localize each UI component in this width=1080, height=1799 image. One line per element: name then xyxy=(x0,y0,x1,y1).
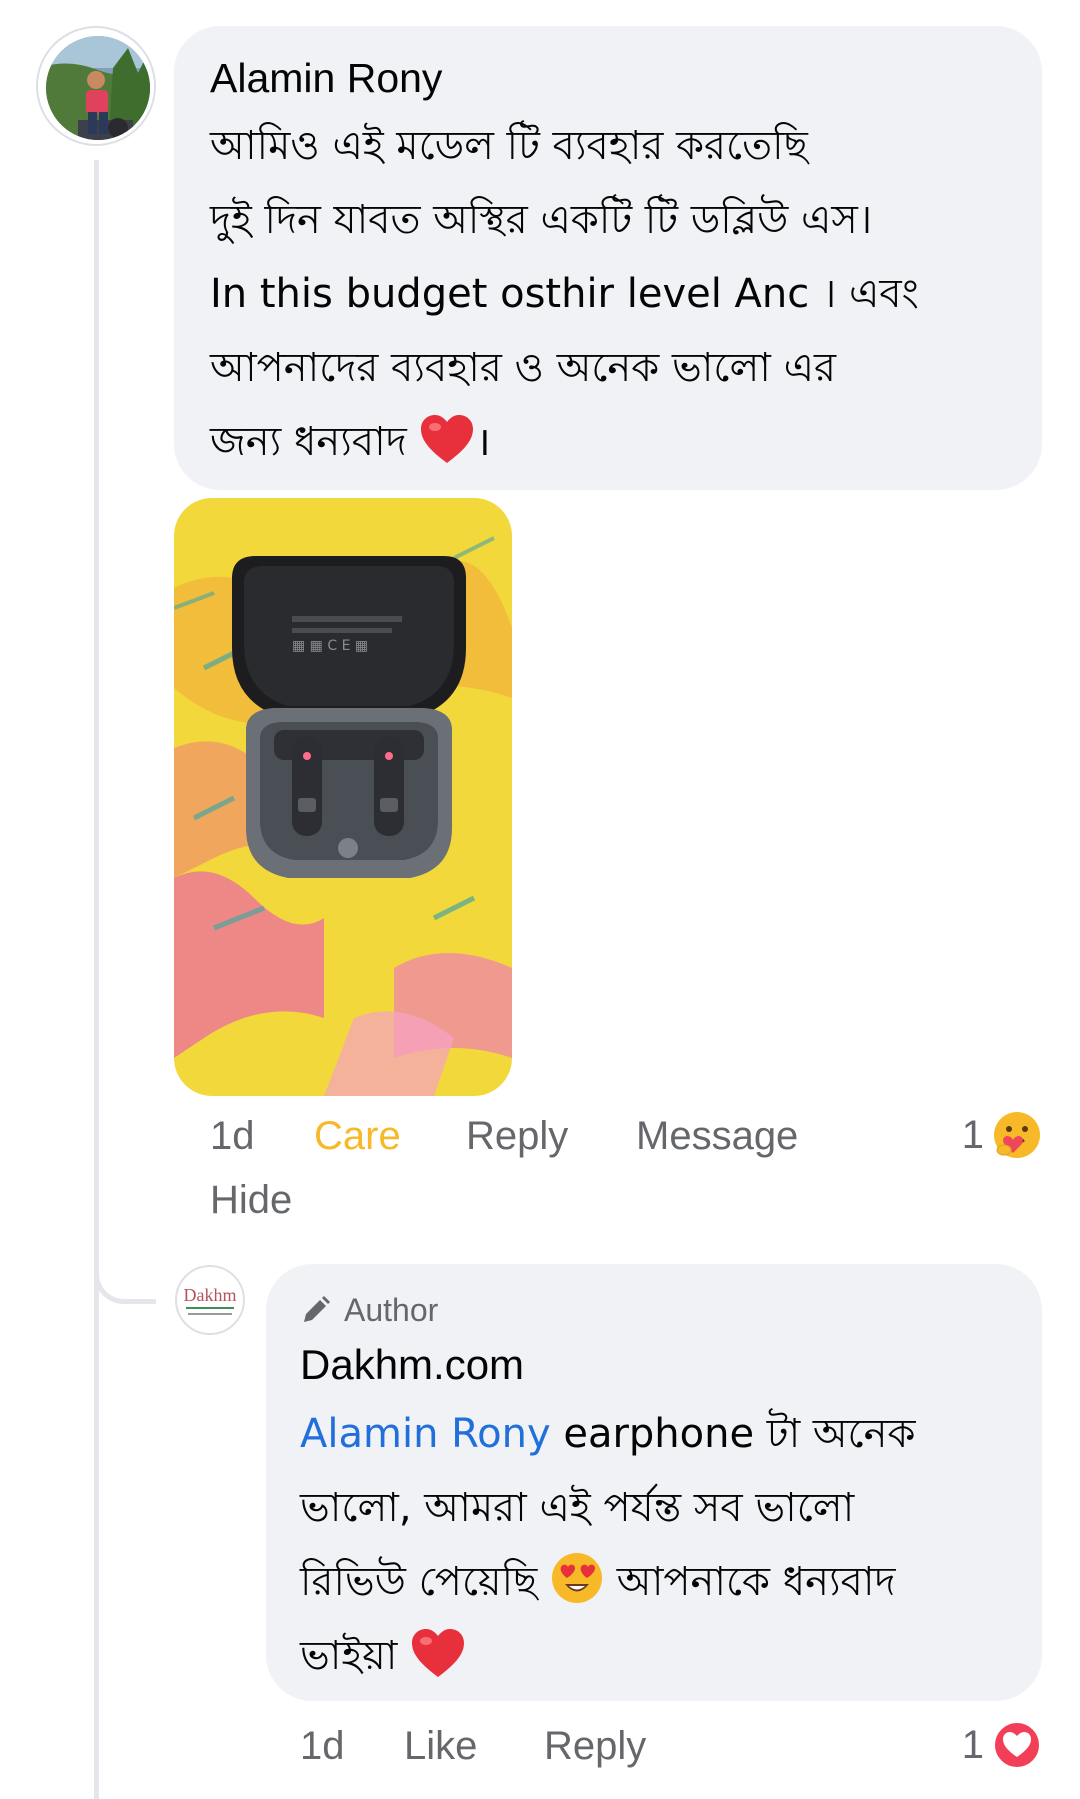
brand-logo: Dakhm xyxy=(183,1284,237,1305)
comment-line: আমিও এই মডেল টি ব্যবহার করতেছি xyxy=(210,123,808,170)
svg-text:▦ ▦ C E ▦: ▦ ▦ C E ▦ xyxy=(292,638,368,654)
comment-thread: Alamin Rony আমিও এই মডেল টি ব্যবহার করতে… xyxy=(0,0,1080,1799)
reply-button[interactable]: Reply xyxy=(466,1114,636,1159)
reply-line: ভাইয়া xyxy=(300,1619,1020,1693)
comment-line: আপনাদের ব্যবহার ও অনেক ভালো এর xyxy=(210,345,837,392)
mention-link[interactable]: Alamin Rony xyxy=(300,1411,551,1457)
author-badge-label: Author xyxy=(344,1291,439,1328)
comment-timestamp[interactable]: 1d xyxy=(210,1114,314,1159)
profile-photo xyxy=(42,32,154,144)
reply-actions: 1d Like Reply xyxy=(300,1724,646,1769)
reaction-summary[interactable]: 1 xyxy=(962,1110,1042,1160)
reply-line: Alamin Rony earphone টা অনেক xyxy=(300,1410,916,1457)
reply-button[interactable]: Reply xyxy=(544,1724,646,1769)
attached-photo[interactable]: ▦ ▦ C E ▦ xyxy=(174,498,512,1096)
reaction-count: 1 xyxy=(961,1112,984,1157)
reply-bubble: Author Dakhm.com Alamin Rony earphone টা… xyxy=(266,1264,1042,1701)
reply-text: Alamin Rony earphone টা অনেক ভালো, আমরা … xyxy=(300,1397,1020,1693)
thread-branch-line xyxy=(94,1256,156,1304)
comment-line: দুই দিন যাবত অস্থির একটি টি ডব্লিউ এস। xyxy=(210,197,873,244)
red-heart-emoji-icon xyxy=(412,1628,465,1677)
thread-line xyxy=(94,160,99,1799)
logo-tagline xyxy=(188,1312,232,1315)
care-reaction-icon xyxy=(994,1112,1040,1158)
author-badge: Author xyxy=(300,1288,1008,1332)
reply-line: ভালো, আমরা এই পর্যন্ত সব ভালো xyxy=(300,1484,855,1531)
like-button[interactable]: Like xyxy=(404,1724,544,1769)
reaction-summary[interactable]: 1 xyxy=(962,1720,1042,1770)
logo-underline xyxy=(186,1306,234,1309)
message-button[interactable]: Message xyxy=(636,1114,798,1159)
comment-author-name[interactable]: Alamin Rony xyxy=(210,52,1006,105)
comment-actions: 1d Care Reply Message xyxy=(210,1114,798,1159)
comment-text: আমিও এই মডেল টি ব্যবহার করতেছি দুই দিন য… xyxy=(210,109,1030,479)
comment-line: In this budget osthir level Anc । এবং xyxy=(210,271,919,318)
comment-line: জন্য ধন্যবাদ । xyxy=(210,405,1030,479)
author-avatar[interactable]: Dakhm xyxy=(175,1265,245,1335)
love-reaction-icon xyxy=(993,1721,1041,1769)
care-reaction-button[interactable]: Care xyxy=(314,1114,466,1159)
reply-line: রিভিউ পেয়েছি আপনাকে ধন্যবাদ xyxy=(300,1545,1020,1619)
heart-eyes-emoji-icon xyxy=(551,1552,602,1603)
reaction-count: 1 xyxy=(961,1722,984,1767)
reply-author-name[interactable]: Dakhm.com xyxy=(300,1338,1008,1393)
avatar[interactable] xyxy=(36,26,156,146)
earbuds-photo-image: ▦ ▦ C E ▦ xyxy=(174,498,512,1096)
pencil-icon xyxy=(304,1296,330,1322)
hide-button[interactable]: Hide xyxy=(210,1178,292,1223)
red-heart-emoji-icon xyxy=(421,415,474,464)
reply-timestamp[interactable]: 1d xyxy=(300,1724,404,1769)
comment-bubble: Alamin Rony আমিও এই মডেল টি ব্যবহার করতে… xyxy=(174,26,1042,490)
